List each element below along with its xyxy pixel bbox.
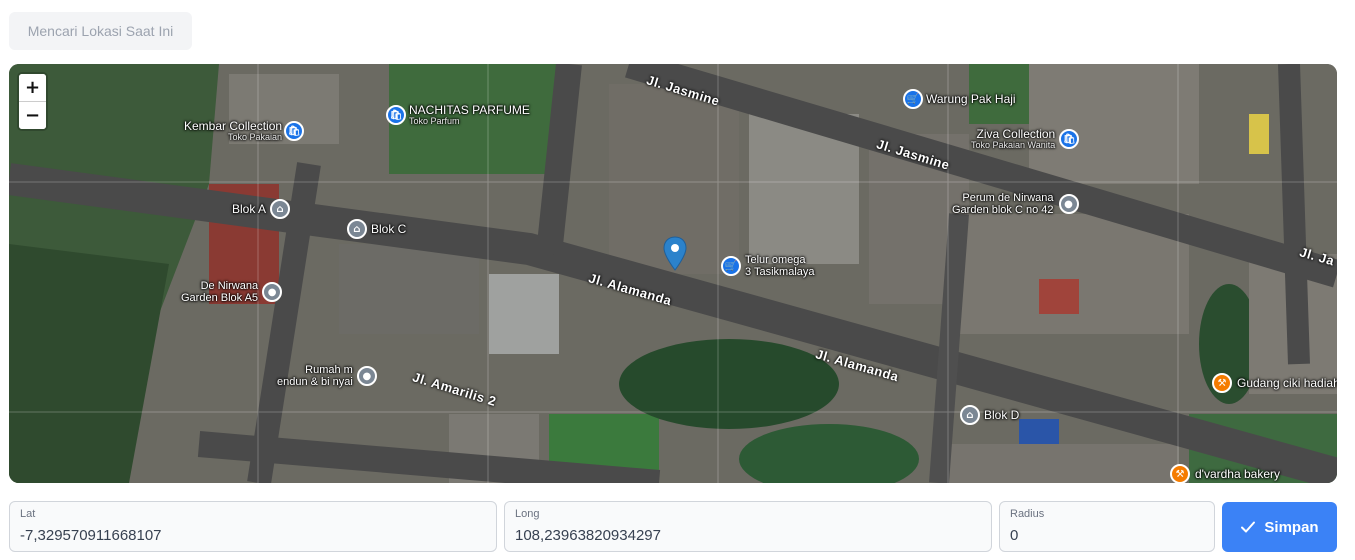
- poi-ziva-collection[interactable]: Ziva Collection Toko Pakaian Wanita 🛍: [971, 127, 1080, 150]
- poi-sublabel: Toko Parfum: [409, 116, 460, 126]
- zoom-out-button[interactable]: −: [19, 101, 46, 129]
- long-label: Long: [515, 508, 540, 520]
- poi-sublabel: Garden blok C no 42: [952, 204, 1054, 216]
- building-icon: ⌂: [270, 199, 291, 219]
- poi-label: d'vardha bakery: [1195, 467, 1281, 481]
- poi-label: Blok D: [984, 408, 1020, 422]
- poi-warung-pak-haji[interactable]: 🛒 Warung Pak Haji: [903, 89, 1016, 109]
- poi-sublabel: Toko Pakaian Wanita: [971, 140, 1056, 150]
- long-input[interactable]: [505, 520, 991, 550]
- long-field: Long: [504, 501, 992, 552]
- place-icon: ●: [262, 282, 283, 302]
- poi-telur-omega[interactable]: 🛒 Telur omega 3 Tasikmalaya: [721, 254, 815, 278]
- poi-label: Rumah m: [305, 364, 353, 376]
- poi-label: Perum de Nirwana: [962, 192, 1054, 204]
- poi-label: Ziva Collection: [976, 127, 1056, 141]
- building-icon: ⌂: [960, 405, 980, 425]
- shopping-bag-icon: 🛍: [284, 121, 305, 141]
- cart-icon: 🛒: [721, 256, 741, 276]
- shopping-bag-icon: 🛍: [1059, 129, 1080, 149]
- shopping-bag-icon: 🛍: [386, 105, 406, 125]
- poi-blok-d[interactable]: ⌂ Blok D: [960, 405, 1019, 425]
- building-icon: ⌂: [347, 219, 367, 239]
- poi-sublabel: 3 Tasikmalaya: [745, 266, 815, 278]
- poi-nachitas-parfume[interactable]: 🛍 NACHITAS PARFUME Toko Parfum: [386, 104, 530, 126]
- check-icon: [1241, 521, 1256, 533]
- poi-perum-de-nirwana[interactable]: Perum de Nirwana Garden blok C no 42 ●: [952, 192, 1079, 216]
- poi-blok-a[interactable]: Blok A ⌂: [232, 199, 291, 219]
- radius-input[interactable]: [1000, 520, 1214, 550]
- restaurant-icon: ⚒: [1212, 373, 1232, 393]
- lat-field: Lat: [9, 501, 497, 552]
- poi-sublabel: endun & bi nyai: [277, 376, 353, 388]
- location-marker-icon[interactable]: [663, 236, 687, 272]
- poi-rumah[interactable]: Rumah m endun & bi nyai ●: [277, 364, 377, 388]
- poi-label: Gudang ciki hadiah: [1237, 376, 1337, 390]
- poi-de-nirwana[interactable]: De Nirwana Garden Blok A5 ●: [181, 280, 283, 304]
- place-icon: ●: [1058, 194, 1079, 214]
- save-button[interactable]: Simpan: [1222, 502, 1337, 552]
- poi-label: Telur omega: [745, 254, 806, 266]
- zoom-control: + −: [19, 74, 46, 129]
- poi-kembar-collection[interactable]: Kembar Collection Toko Pakaian 🛍: [184, 119, 305, 142]
- zoom-in-button[interactable]: +: [19, 74, 46, 101]
- restaurant-icon: ⚒: [1170, 464, 1190, 483]
- map-view[interactable]: + − Kembar Collection Toko Pakaian 🛍 🛍 NA…: [9, 64, 1337, 483]
- poi-gudang-ciki-hadiah[interactable]: ⚒ Gudang ciki hadiah: [1212, 373, 1337, 393]
- save-button-label: Simpan: [1264, 518, 1319, 536]
- poi-dvardha-bakery[interactable]: ⚒ d'vardha bakery: [1170, 464, 1280, 483]
- poi-blok-c[interactable]: ⌂ Blok C: [347, 219, 406, 239]
- radius-label: Radius: [1010, 508, 1045, 520]
- lat-label: Lat: [20, 508, 36, 520]
- poi-label: Warung Pak Haji: [926, 92, 1016, 106]
- radius-field: Radius: [999, 501, 1215, 552]
- locate-current-position-button[interactable]: Mencari Lokasi Saat Ini: [9, 12, 192, 50]
- poi-sublabel: Garden Blok A5: [181, 292, 259, 304]
- cart-icon: 🛒: [903, 89, 923, 109]
- poi-label: Blok A: [232, 202, 267, 216]
- poi-label: De Nirwana: [200, 280, 259, 292]
- poi-label: NACHITAS PARFUME: [409, 103, 530, 117]
- poi-sublabel: Toko Pakaian: [228, 132, 283, 142]
- lat-input[interactable]: [10, 520, 496, 550]
- poi-label: Kembar Collection: [184, 119, 283, 133]
- poi-label: Blok C: [371, 222, 407, 236]
- place-icon: ●: [356, 366, 377, 386]
